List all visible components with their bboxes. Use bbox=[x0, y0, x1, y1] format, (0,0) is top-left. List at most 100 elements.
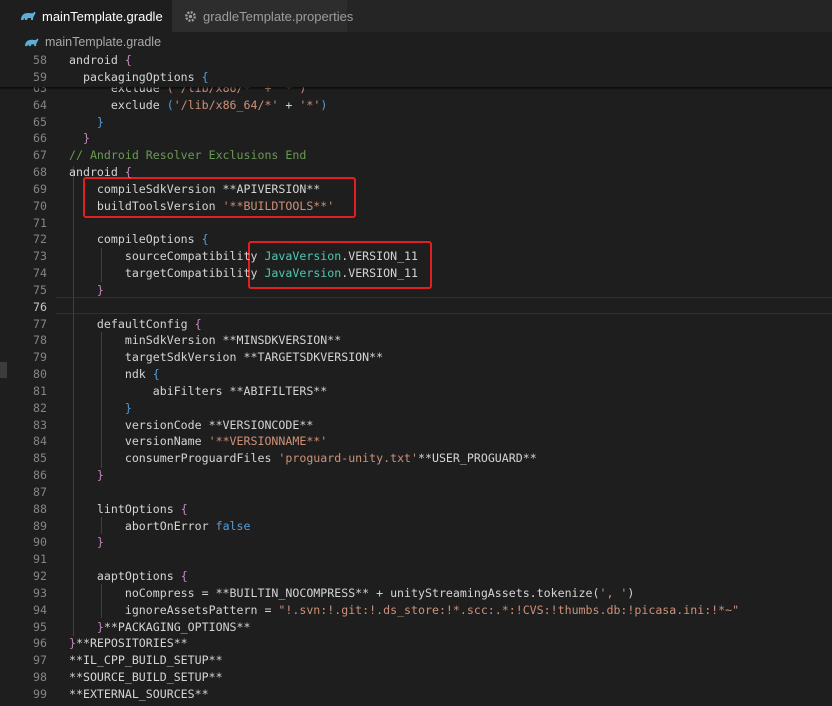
code-token: **IL_CPP_BUILD_SETUP** bbox=[69, 653, 223, 668]
code-line[interactable]: } bbox=[69, 130, 90, 147]
code-line[interactable]: aaptOptions { bbox=[69, 568, 188, 585]
gradle-elephant-icon bbox=[24, 35, 40, 49]
code-line[interactable]: noCompress = **BUILTIN_NOCOMPRESS** + un… bbox=[69, 585, 635, 602]
code-line[interactable]: **EXTERNAL_SOURCES** bbox=[69, 686, 209, 703]
code-line[interactable]: } bbox=[69, 114, 104, 131]
line-number: 74 bbox=[33, 266, 47, 281]
tab-label: gradleTemplate.properties bbox=[203, 8, 354, 24]
gear-icon bbox=[184, 9, 197, 23]
code-line[interactable]: minSdkVersion **MINSDKVERSION** bbox=[69, 332, 341, 349]
code-line[interactable]: ignoreAssetsPattern = "!.svn:!.git:!.ds_… bbox=[69, 602, 739, 619]
line-number: 85 bbox=[33, 451, 47, 466]
line-number: 95 bbox=[33, 619, 47, 634]
code-token: .VERSION_11 bbox=[341, 249, 419, 264]
code-token: { bbox=[124, 53, 132, 67]
code-line[interactable]: // Android Resolver Exclusions End bbox=[69, 147, 306, 164]
code-line[interactable]: android { bbox=[69, 164, 132, 181]
code-token: sourceCompatibility bbox=[69, 249, 265, 264]
code-line[interactable]: abortOnError false bbox=[69, 518, 251, 535]
code-line[interactable]: }**PACKAGING_OPTIONS** bbox=[69, 619, 251, 636]
code-line[interactable]: compileSdkVersion **APIVERSION** bbox=[69, 181, 320, 198]
code-token: false bbox=[215, 518, 251, 533]
tab-bar: mainTemplate.gradle × gradleTemplate.pro… bbox=[0, 0, 832, 32]
sticky-code-line[interactable]: packagingOptions { bbox=[69, 69, 209, 86]
code-line[interactable]: sourceCompatibility JavaVersion.VERSION_… bbox=[69, 248, 418, 265]
code-token: + bbox=[278, 97, 300, 112]
code-line[interactable]: } bbox=[69, 282, 104, 299]
line-number: 78 bbox=[33, 333, 47, 348]
line-number: 86 bbox=[33, 468, 47, 483]
tab-gradle-template-properties[interactable]: gradleTemplate.properties bbox=[172, 0, 353, 32]
code-token: ( bbox=[166, 97, 174, 112]
code-token: { bbox=[180, 501, 188, 516]
line-number: 72 bbox=[33, 232, 47, 247]
line-number: 65 bbox=[33, 114, 47, 129]
code-line[interactable]: } bbox=[69, 467, 104, 484]
code-token: **PACKAGING_OPTIONS** bbox=[103, 619, 251, 634]
code-line[interactable]: versionCode **VERSIONCODE** bbox=[69, 417, 313, 434]
code-token: ignoreAssetsPattern = bbox=[69, 602, 279, 617]
code-line[interactable]: exclude ('/lib/x86_64/*' + '*') bbox=[69, 97, 327, 114]
line-number: 97 bbox=[33, 653, 47, 668]
code-token: } bbox=[96, 468, 104, 483]
code-line[interactable]: ndk { bbox=[69, 366, 160, 383]
line-number: 73 bbox=[33, 249, 47, 264]
code-line[interactable]: buildToolsVersion '**BUILDTOOLS**' bbox=[69, 198, 334, 215]
line-number: 59 bbox=[33, 70, 47, 84]
code-token: { bbox=[180, 569, 188, 584]
line-number: 96 bbox=[33, 636, 47, 651]
code-line[interactable]: targetCompatibility JavaVersion.VERSION_… bbox=[69, 265, 418, 282]
line-number: 77 bbox=[33, 316, 47, 331]
code-line[interactable]: **IL_CPP_BUILD_SETUP** bbox=[69, 652, 223, 669]
line-number: 68 bbox=[33, 165, 47, 180]
line-number: 98 bbox=[33, 670, 47, 685]
line-number: 70 bbox=[33, 198, 47, 213]
code-token: **USER_PROGUARD** bbox=[418, 451, 537, 466]
code-token: } bbox=[82, 131, 90, 146]
line-number: 67 bbox=[33, 148, 47, 163]
code-token: 'proguard-unity.txt' bbox=[278, 451, 419, 466]
code-token: .VERSION_11 bbox=[341, 266, 419, 281]
line-number: 58 bbox=[33, 53, 47, 67]
line-number: 93 bbox=[33, 585, 47, 600]
code-token: } bbox=[96, 282, 104, 297]
code-token: defaultConfig bbox=[69, 316, 195, 331]
code-token: aaptOptions bbox=[69, 569, 181, 584]
code-line[interactable]: versionName '**VERSIONNAME**' bbox=[69, 433, 327, 450]
sticky-code-line[interactable]: android { bbox=[69, 52, 132, 69]
code-line[interactable]: **SOURCE_BUILD_SETUP** bbox=[69, 669, 223, 686]
line-number: 87 bbox=[33, 484, 47, 499]
code-line[interactable]: consumerProguardFiles 'proguard-unity.tx… bbox=[69, 450, 537, 467]
code-token: { bbox=[201, 70, 209, 84]
code-token: packagingOptions bbox=[69, 70, 202, 84]
code-line[interactable]: abiFilters **ABIFILTERS** bbox=[69, 383, 328, 400]
code-token: android bbox=[69, 53, 125, 67]
code-token: lintOptions bbox=[69, 501, 181, 516]
code-line[interactable]: }**REPOSITORIES** bbox=[69, 635, 188, 652]
tab-main-template-gradle[interactable]: mainTemplate.gradle × bbox=[0, 0, 179, 32]
code-token: ) bbox=[320, 97, 328, 112]
line-number: 80 bbox=[33, 367, 47, 382]
code-line[interactable]: lintOptions { bbox=[69, 501, 188, 518]
code-token: targetSdkVersion **TARGETSDKVERSION** bbox=[69, 350, 384, 365]
code-token: JavaVersion bbox=[264, 266, 342, 281]
line-number: 92 bbox=[33, 569, 47, 584]
line-number: 66 bbox=[33, 131, 47, 146]
breadcrumb[interactable]: mainTemplate.gradle bbox=[0, 32, 832, 52]
code-token: '*' bbox=[299, 97, 321, 112]
code-line[interactable]: } bbox=[69, 400, 132, 417]
code-token: '/lib/x86_64/*' bbox=[173, 97, 279, 112]
code-line[interactable]: defaultConfig { bbox=[69, 316, 202, 333]
code-token: ndk bbox=[69, 367, 153, 382]
sticky-scroll-shadow bbox=[0, 87, 832, 90]
code-line[interactable]: targetSdkVersion **TARGETSDKVERSION** bbox=[69, 349, 383, 366]
code-line[interactable]: } bbox=[69, 534, 104, 551]
line-number: 71 bbox=[33, 215, 47, 230]
code-line[interactable]: compileOptions { bbox=[69, 231, 209, 248]
line-number: 90 bbox=[33, 535, 47, 550]
code-token: targetCompatibility bbox=[69, 266, 265, 281]
